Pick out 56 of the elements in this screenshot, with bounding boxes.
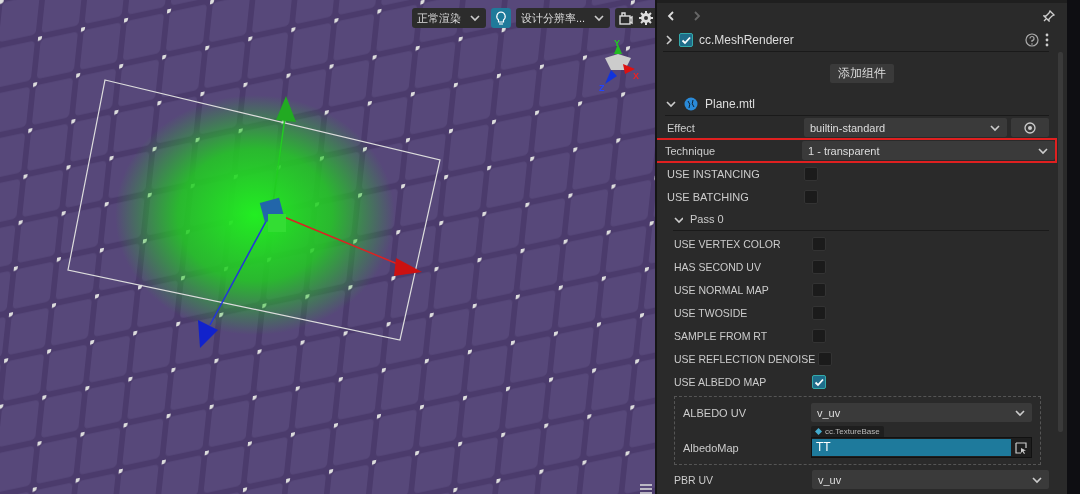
property-label: AlbedoMap bbox=[683, 442, 740, 456]
pick-asset-icon bbox=[1015, 441, 1027, 454]
render-mode-dropdown[interactable]: 正常渲染 bbox=[412, 8, 486, 28]
dropdown[interactable]: 1 - transparent bbox=[802, 141, 1055, 160]
checkbox[interactable] bbox=[812, 374, 826, 389]
more-options-icon bbox=[1045, 33, 1049, 47]
chevron-down-icon bbox=[665, 98, 677, 110]
checkbox[interactable] bbox=[812, 305, 826, 320]
checkbox[interactable] bbox=[804, 189, 818, 204]
menu-icon bbox=[640, 484, 652, 494]
axis-label: Z bbox=[599, 83, 605, 93]
checkbox[interactable] bbox=[812, 328, 826, 343]
property-label: USE ALBEDO MAP bbox=[674, 375, 768, 388]
checkbox[interactable] bbox=[812, 282, 826, 297]
diamond-icon bbox=[815, 428, 822, 435]
help-icon bbox=[1025, 33, 1039, 47]
checkbox[interactable] bbox=[812, 259, 826, 274]
dropdown[interactable]: v_uv bbox=[811, 403, 1032, 422]
checkbox[interactable] bbox=[679, 33, 693, 47]
resolution-dropdown[interactable]: 设计分辨率... bbox=[516, 8, 611, 28]
property-label: HAS SECOND UV bbox=[674, 260, 762, 273]
property-label: USE NORMAL MAP bbox=[674, 283, 770, 296]
dropdown[interactable]: v_uv bbox=[812, 470, 1049, 489]
lightbulb-icon bbox=[495, 11, 507, 25]
property-label: Technique bbox=[665, 144, 717, 157]
dropdown[interactable]: builtin-standard bbox=[804, 118, 1007, 137]
target-icon bbox=[1024, 121, 1036, 134]
locate-button[interactable] bbox=[1011, 118, 1049, 137]
camera-icon bbox=[619, 11, 634, 25]
chevron-down-icon bbox=[673, 214, 683, 224]
property-label: USE INSTANCING bbox=[667, 167, 761, 180]
scrollbar[interactable] bbox=[1058, 52, 1063, 432]
axis-label: Y bbox=[614, 38, 620, 48]
property-label: ALBEDO UV bbox=[683, 406, 747, 419]
checkbox[interactable] bbox=[812, 236, 826, 251]
component-title: cc.MeshRenderer bbox=[699, 33, 794, 47]
property-label: USE REFLECTION DENOISE bbox=[674, 352, 817, 365]
pass-title[interactable]: Pass 0 bbox=[690, 213, 724, 225]
material-title: Plane.mtl bbox=[705, 97, 756, 111]
pin-icon bbox=[1043, 10, 1055, 22]
property-label: SAMPLE FROM RT bbox=[674, 329, 769, 342]
asset-field[interactable]: TT bbox=[811, 437, 1032, 458]
axis-label: X bbox=[633, 71, 639, 81]
property-label: USE TWOSIDE bbox=[674, 306, 749, 319]
property-label: PBR UV bbox=[674, 473, 715, 486]
property-label: USE VERTEX COLOR bbox=[674, 237, 782, 250]
asset-type-tag: cc.TextureBase bbox=[811, 426, 884, 437]
lightbulb-button[interactable] bbox=[491, 8, 511, 28]
checkbox[interactable] bbox=[804, 166, 818, 181]
material-sphere-icon bbox=[684, 97, 698, 111]
chevron-down-icon bbox=[593, 12, 606, 24]
add-component-button[interactable]: 添加组件 bbox=[830, 64, 894, 83]
checkbox[interactable] bbox=[818, 351, 833, 366]
property-label: Effect bbox=[667, 121, 696, 134]
chevron-down-icon bbox=[469, 12, 481, 24]
property-label: USE BATCHING bbox=[667, 190, 750, 203]
